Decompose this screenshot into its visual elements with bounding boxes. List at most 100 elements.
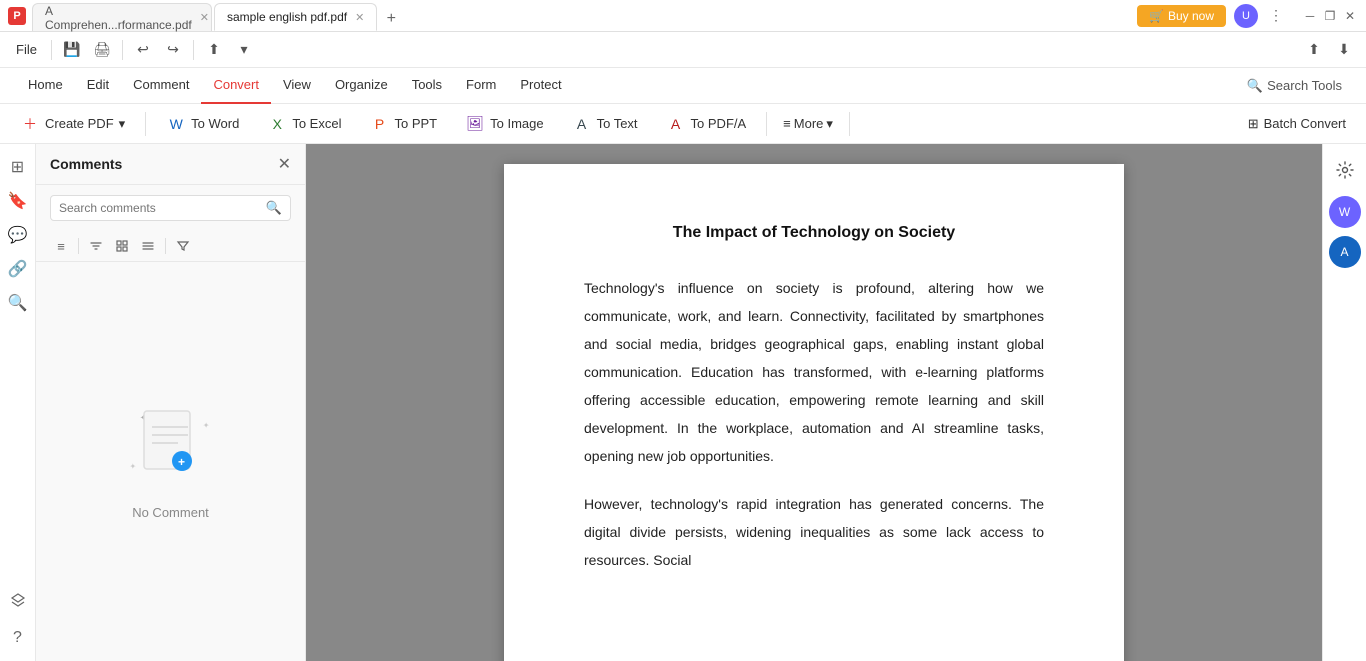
comments-panel: Comments ✕ 🔍 ≡ ✦ xyxy=(36,144,306,661)
comments-search-input[interactable] xyxy=(59,201,266,215)
menu-protect[interactable]: Protect xyxy=(508,68,573,104)
tab-2[interactable]: sample english pdf.pdf ✕ xyxy=(214,3,377,31)
thumbnail-icon[interactable]: ⊞ xyxy=(3,152,33,182)
search-icon[interactable]: 🔍 xyxy=(3,288,33,318)
user-avatar[interactable]: U xyxy=(1234,4,1258,28)
pdf-page: The Impact of Technology on Society Tech… xyxy=(504,164,1124,661)
batch-convert-button[interactable]: ⊞ Batch Convert xyxy=(1236,111,1358,137)
window-controls: ─ ❐ ✕ xyxy=(1302,8,1358,24)
right-panel-word-avatar2[interactable]: A xyxy=(1329,236,1361,268)
to-text-label: To Text xyxy=(597,116,638,131)
right-panel-settings-icon[interactable] xyxy=(1327,152,1363,188)
titlebar-right: 🛒 Buy now U ⋮ ─ ❐ ✕ xyxy=(1137,4,1358,28)
text-icon: A xyxy=(572,114,592,134)
menu-form[interactable]: Form xyxy=(454,68,508,104)
share-icon[interactable]: ⬆ xyxy=(200,36,228,64)
comments-title: Comments xyxy=(50,156,122,172)
more-label: More xyxy=(794,116,824,131)
overflow-icon[interactable]: ⋮ xyxy=(1266,6,1286,26)
collapse-icon[interactable] xyxy=(137,235,159,257)
nav-back-icon[interactable]: ⬆ xyxy=(1300,36,1328,64)
quick-toolbar: File 💾 🖨 ↩ ↪ ⬆ ▾ ⬆ ⬇ xyxy=(0,32,1366,68)
no-comment-label: No Comment xyxy=(132,505,209,520)
batch-icon: ⊞ xyxy=(1248,116,1259,132)
expand-icon[interactable] xyxy=(111,235,133,257)
to-excel-button[interactable]: X To Excel xyxy=(255,109,353,139)
app-icon: P xyxy=(8,7,26,25)
sep2 xyxy=(122,40,123,60)
undo-icon[interactable]: ↩ xyxy=(129,36,157,64)
comment-icon[interactable]: 💬 xyxy=(3,220,33,250)
comments-search-icon[interactable]: 🔍 xyxy=(266,200,282,216)
menu-organize[interactable]: Organize xyxy=(323,68,400,104)
to-pdfa-label: To PDF/A xyxy=(691,116,747,131)
tab-1-label: A Comprehen...rformance.pdf xyxy=(45,4,192,32)
more-button[interactable]: ≡ More ▾ xyxy=(775,111,841,137)
nav-buttons: ⬆ ⬇ xyxy=(1300,36,1358,64)
menu-tools[interactable]: Tools xyxy=(400,68,454,104)
help-icon[interactable]: ? xyxy=(3,623,33,653)
filter-icon[interactable]: ≡ xyxy=(50,235,72,257)
print-icon[interactable]: 🖨 xyxy=(88,36,116,64)
menu-home[interactable]: Home xyxy=(16,68,75,104)
to-ppt-label: To PPT xyxy=(394,116,437,131)
menu-view[interactable]: View xyxy=(271,68,323,104)
pdf-paragraph-1: Technology's influence on society is pro… xyxy=(584,274,1044,470)
excel-icon: X xyxy=(267,114,287,134)
dropdown-icon[interactable]: ▾ xyxy=(230,36,258,64)
sep3 xyxy=(193,40,194,60)
sparkle-bl: ✦ xyxy=(130,462,137,471)
comments-search-bar[interactable]: 🔍 xyxy=(50,195,291,221)
conv-sep1 xyxy=(145,112,146,136)
search-tools-button[interactable]: 🔍 Search Tools xyxy=(1239,78,1350,94)
bookmark-icon[interactable]: 🔖 xyxy=(3,186,33,216)
menu-convert[interactable]: Convert xyxy=(201,68,271,104)
tab-2-label: sample english pdf.pdf xyxy=(227,10,347,24)
comments-close-button[interactable]: ✕ xyxy=(278,154,291,174)
file-menu[interactable]: File xyxy=(8,42,45,57)
create-pdf-button[interactable]: ＋ Create PDF ▾ xyxy=(8,109,137,139)
convert-toolbar: ＋ Create PDF ▾ W To Word X To Excel P To… xyxy=(0,104,1366,144)
new-tab-button[interactable]: + xyxy=(379,7,403,31)
nav-forward-icon[interactable]: ⬇ xyxy=(1330,36,1358,64)
more-icon: ≡ xyxy=(783,116,791,131)
no-comment-illustration: ✦ ✦ ✦ + xyxy=(126,403,216,493)
tab-bar: A Comprehen...rformance.pdf ✕ sample eng… xyxy=(32,0,1137,31)
layers-icon[interactable] xyxy=(3,585,33,615)
menu-edit[interactable]: Edit xyxy=(75,68,121,104)
redo-icon[interactable]: ↪ xyxy=(159,36,187,64)
to-word-button[interactable]: W To Word xyxy=(154,109,251,139)
to-image-button[interactable]: 🖼 To Image xyxy=(453,109,555,139)
to-text-button[interactable]: A To Text xyxy=(560,109,650,139)
menubar: Home Edit Comment Convert View Organize … xyxy=(0,68,1366,104)
attachment-icon[interactable]: 🔗 xyxy=(3,254,33,284)
maximize-button[interactable]: ❐ xyxy=(1322,8,1338,24)
buy-now-button[interactable]: 🛒 Buy now xyxy=(1137,5,1226,27)
pdfa-icon: A xyxy=(666,114,686,134)
tab-1-close[interactable]: ✕ xyxy=(200,11,209,24)
to-pdfa-button[interactable]: A To PDF/A xyxy=(654,109,759,139)
comments-toolbar: ≡ xyxy=(36,231,305,262)
tab-2-close[interactable]: ✕ xyxy=(355,11,364,24)
close-button[interactable]: ✕ xyxy=(1342,8,1358,24)
right-panel-word-avatar[interactable]: W xyxy=(1329,196,1361,228)
comment-filter-icon[interactable] xyxy=(172,235,194,257)
save-icon[interactable]: 💾 xyxy=(58,36,86,64)
minimize-button[interactable]: ─ xyxy=(1302,8,1318,24)
sort-icon[interactable] xyxy=(85,235,107,257)
cart-icon: 🛒 xyxy=(1149,9,1164,23)
to-ppt-button[interactable]: P To PPT xyxy=(357,109,449,139)
tab-1[interactable]: A Comprehen...rformance.pdf ✕ xyxy=(32,3,212,31)
image-icon: 🖼 xyxy=(465,114,485,134)
conv-sep2 xyxy=(766,112,767,136)
pdf-paragraph-2: However, technology's rapid integration … xyxy=(584,490,1044,574)
ct-sep2 xyxy=(165,238,166,254)
pdf-viewer[interactable]: The Impact of Technology on Society Tech… xyxy=(306,144,1322,661)
sep1 xyxy=(51,40,52,60)
pdf-title: The Impact of Technology on Society xyxy=(584,224,1044,242)
menu-comment[interactable]: Comment xyxy=(121,68,201,104)
create-pdf-label: Create PDF xyxy=(45,116,114,131)
create-pdf-dropdown-icon: ▾ xyxy=(119,116,126,132)
right-panel: W A xyxy=(1322,144,1366,661)
titlebar: P A Comprehen...rformance.pdf ✕ sample e… xyxy=(0,0,1366,32)
